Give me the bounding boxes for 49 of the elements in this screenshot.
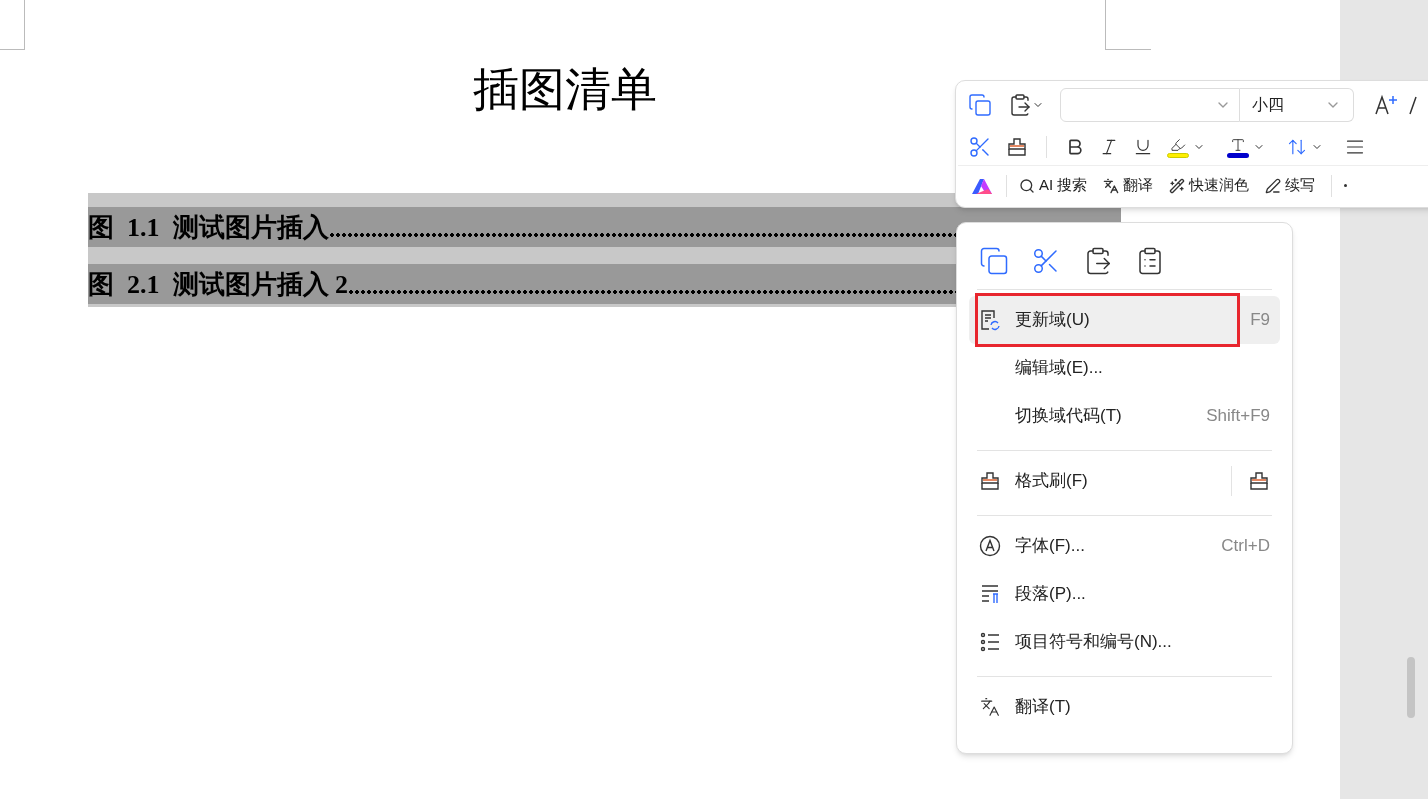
menu-item[interactable]: 格式刷(F): [969, 457, 1280, 505]
translate-icon: [1103, 177, 1120, 194]
color-swatch: [1227, 152, 1249, 158]
refresh-document-icon: [979, 309, 1001, 331]
line-spacing-button[interactable]: [1287, 137, 1323, 157]
decrease-font-size-icon[interactable]: [1408, 94, 1418, 116]
format-brush-icon: [1006, 136, 1028, 158]
ai-action-button[interactable]: AI 搜索: [1019, 174, 1088, 197]
copy-icon[interactable]: [968, 93, 992, 117]
format-brush-icon: [979, 470, 1001, 492]
ai-action-button[interactable]: 翻译: [1103, 174, 1154, 197]
crop-mark: [0, 0, 25, 50]
paragraph-icon: [979, 583, 1001, 605]
paste-icon: [1008, 93, 1032, 117]
crop-mark: [1105, 0, 1151, 50]
pen-icon: [1265, 177, 1282, 194]
shortcut-label: F9: [1250, 309, 1270, 332]
menu-item[interactable]: 翻译(T): [969, 683, 1280, 731]
menu-item[interactable]: 更新域(U) F9: [969, 296, 1280, 344]
paste-button[interactable]: [1008, 93, 1044, 117]
line-spacing-icon: [1287, 137, 1307, 157]
list-icon: [979, 631, 1001, 653]
font-color-button[interactable]: [1227, 136, 1265, 158]
shortcut-label: Ctrl+D: [1221, 535, 1270, 558]
font-icon: [979, 535, 1001, 557]
figure-entry: 图 1.1 测试图片插入: [88, 211, 329, 244]
scrollbar-thumb[interactable]: [1407, 657, 1415, 718]
font-size-dropdown[interactable]: 小四: [1240, 88, 1354, 122]
more-icon[interactable]: [1344, 184, 1348, 187]
figure-entry: 图 2.1 测试图片插入 2: [88, 268, 348, 301]
menu-item[interactable]: 段落(P)...: [969, 570, 1280, 618]
color-swatch: [1167, 152, 1189, 158]
menu-item[interactable]: 字体(F)... Ctrl+D: [969, 522, 1280, 570]
highlight-color-button[interactable]: [1167, 136, 1205, 158]
menu-item[interactable]: 项目符号和编号(N)...: [969, 618, 1280, 666]
ai-action-button[interactable]: 快速润色: [1169, 174, 1250, 197]
translate-icon: [980, 697, 1000, 717]
menu-item[interactable]: 编辑域(E)...: [969, 344, 1280, 392]
copy-icon[interactable]: [979, 246, 1009, 276]
increase-font-size-icon[interactable]: [1374, 94, 1400, 116]
shortcut-label: Shift+F9: [1206, 405, 1270, 428]
ai-logo-icon[interactable]: [970, 176, 994, 195]
underline-icon[interactable]: [1133, 137, 1153, 157]
search-icon: [1019, 177, 1035, 194]
ai-action-button[interactable]: 续写: [1265, 174, 1316, 197]
highlighter-icon: [1168, 136, 1188, 153]
magic-wand-icon: [1169, 177, 1186, 194]
menu-item[interactable]: 切换域代码(T) Shift+F9: [969, 392, 1280, 440]
document-title: 插图清单: [473, 63, 657, 117]
